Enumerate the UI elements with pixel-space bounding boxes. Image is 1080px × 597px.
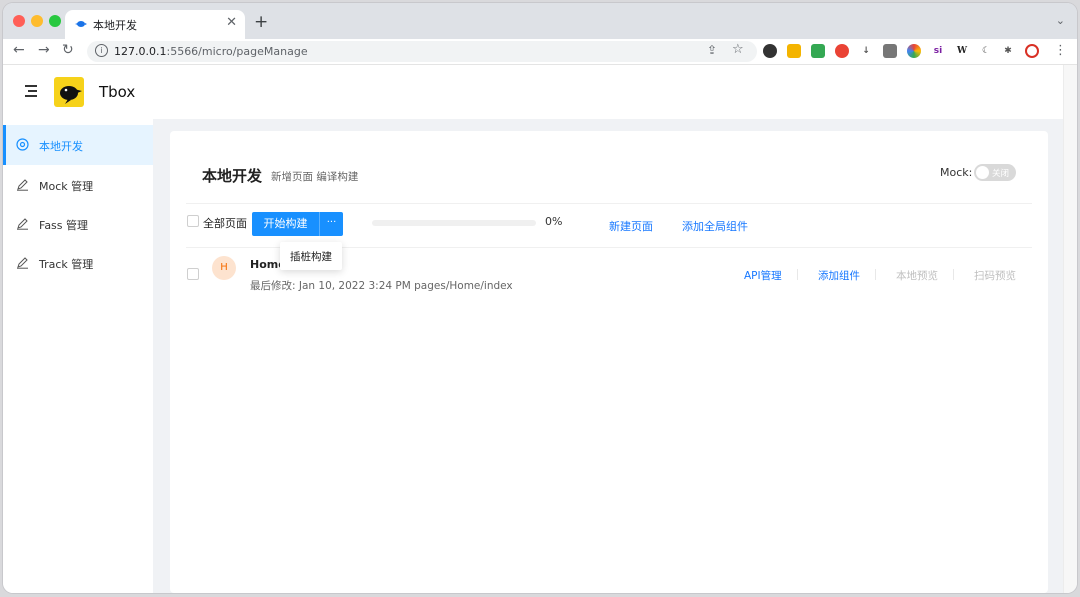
- bookmark-star-icon[interactable]: ☆: [732, 42, 744, 57]
- address-bar[interactable]: i 127.0.0.1:5566/micro/pageManage ⇪ ☆: [87, 41, 757, 62]
- tab-search-chevron-icon[interactable]: ⌄: [1056, 14, 1065, 27]
- extension-wikipedia-icon[interactable]: W: [955, 44, 969, 58]
- pencil-icon: [17, 257, 28, 269]
- target-icon: [16, 138, 29, 151]
- stub-build-menu-item[interactable]: 插桩构建: [290, 249, 332, 264]
- action-separator: [797, 269, 798, 280]
- window-minimize-button[interactable]: [31, 15, 43, 27]
- sidebar-item-fass[interactable]: Fass 管理: [3, 204, 153, 244]
- sidebar-item-mock[interactable]: Mock 管理: [3, 165, 153, 205]
- browser-toolbar: ← → ↻ i 127.0.0.1:5566/micro/pageManage …: [3, 39, 1077, 65]
- reload-icon[interactable]: ↻: [62, 42, 74, 58]
- sidebar: 本地开发 Mock 管理 Fass 管理 Track 管理: [3, 119, 153, 593]
- browser-menu-icon[interactable]: ⋮: [1054, 43, 1067, 58]
- add-component-link[interactable]: 添加组件: [818, 268, 860, 283]
- app-brand-name: Tbox: [99, 83, 136, 101]
- pencil-icon: [17, 179, 28, 191]
- extension-shield-icon[interactable]: [787, 44, 801, 58]
- window-close-button[interactable]: [13, 15, 25, 27]
- sidebar-item-label: Mock 管理: [39, 180, 94, 193]
- main-content-card: 本地开发 新增页面 编译构建 Mock: 关闭 全部页面 开始构建 ··· 0%…: [170, 131, 1048, 593]
- sidebar-item-local-dev[interactable]: 本地开发: [3, 125, 153, 165]
- new-tab-button[interactable]: +: [254, 12, 268, 32]
- extension-grid-icon[interactable]: [811, 44, 825, 58]
- action-separator: [953, 269, 954, 280]
- extensions-puzzle-icon[interactable]: ✱: [1001, 44, 1015, 58]
- extension-square-icon[interactable]: [883, 44, 897, 58]
- api-manage-link[interactable]: API管理: [744, 268, 782, 283]
- build-progress-text: 0%: [545, 215, 563, 228]
- app-header: Tbox: [3, 65, 1077, 119]
- mock-label: Mock:: [940, 166, 973, 179]
- page-subtitle: 新增页面 编译构建: [271, 171, 359, 183]
- mock-toggle-switch[interactable]: 关闭: [974, 164, 1016, 181]
- extension-moon-icon[interactable]: ☾: [979, 44, 993, 58]
- pencil-icon: [17, 218, 28, 230]
- extension-icon[interactable]: [763, 44, 777, 58]
- forward-arrow-icon[interactable]: →: [38, 42, 50, 58]
- browser-tab-active[interactable]: 本地开发 ✕: [65, 10, 245, 39]
- back-arrow-icon[interactable]: ←: [13, 42, 25, 58]
- action-separator: [875, 269, 876, 280]
- extension-red-icon[interactable]: [835, 44, 849, 58]
- tbox-logo: [54, 77, 84, 107]
- share-icon[interactable]: ⇪: [707, 43, 717, 57]
- browser-window: 本地开发 ✕ + ⌄ ← → ↻ i 127.0.0.1:5566/micro/…: [3, 3, 1077, 593]
- download-icon[interactable]: ↓: [859, 44, 873, 58]
- new-page-link[interactable]: 新建页面: [609, 218, 653, 234]
- local-preview-link[interactable]: 本地预览: [896, 268, 938, 283]
- start-build-button[interactable]: 开始构建: [252, 212, 319, 236]
- sidebar-item-label: 本地开发: [39, 140, 83, 153]
- profile-avatar[interactable]: [1025, 44, 1039, 58]
- sidebar-item-label: Track 管理: [39, 258, 94, 271]
- browser-tab-bar: 本地开发 ✕ + ⌄: [3, 3, 1077, 39]
- address-url[interactable]: 127.0.0.1:5566/micro/pageManage: [114, 45, 308, 58]
- tab-close-icon[interactable]: ✕: [226, 15, 237, 30]
- scan-preview-link[interactable]: 扫码预览: [974, 268, 1016, 283]
- site-info-icon[interactable]: i: [95, 44, 108, 57]
- extension-si-icon[interactable]: si: [931, 44, 945, 58]
- page-avatar: H: [212, 256, 236, 280]
- select-all-label: 全部页面: [203, 217, 247, 230]
- build-more-button[interactable]: ···: [319, 212, 343, 236]
- build-progress-bar: [372, 220, 536, 226]
- window-maximize-button[interactable]: [49, 15, 61, 27]
- add-global-component-link[interactable]: 添加全局组件: [682, 218, 748, 234]
- extension-color-wheel-icon[interactable]: [907, 44, 921, 58]
- divider: [186, 203, 1032, 204]
- mock-toggle-text: 关闭: [992, 169, 1010, 179]
- sidebar-item-track[interactable]: Track 管理: [3, 243, 153, 283]
- build-more-dropdown: 插桩构建: [280, 242, 342, 270]
- page-scrollbar[interactable]: [1063, 65, 1077, 593]
- bird-favicon-icon: [75, 21, 87, 27]
- page-row-checkbox[interactable]: [187, 268, 199, 280]
- page-meta: 最后修改: Jan 10, 2022 3:24 PM pages/Home/in…: [250, 280, 513, 292]
- mock-toggle-knob: [976, 166, 989, 179]
- tab-title: 本地开发: [93, 19, 137, 32]
- page-title: 本地开发: [202, 167, 263, 185]
- menu-fold-icon[interactable]: [23, 85, 37, 97]
- select-all-checkbox[interactable]: [187, 215, 199, 227]
- sidebar-item-label: Fass 管理: [39, 219, 89, 232]
